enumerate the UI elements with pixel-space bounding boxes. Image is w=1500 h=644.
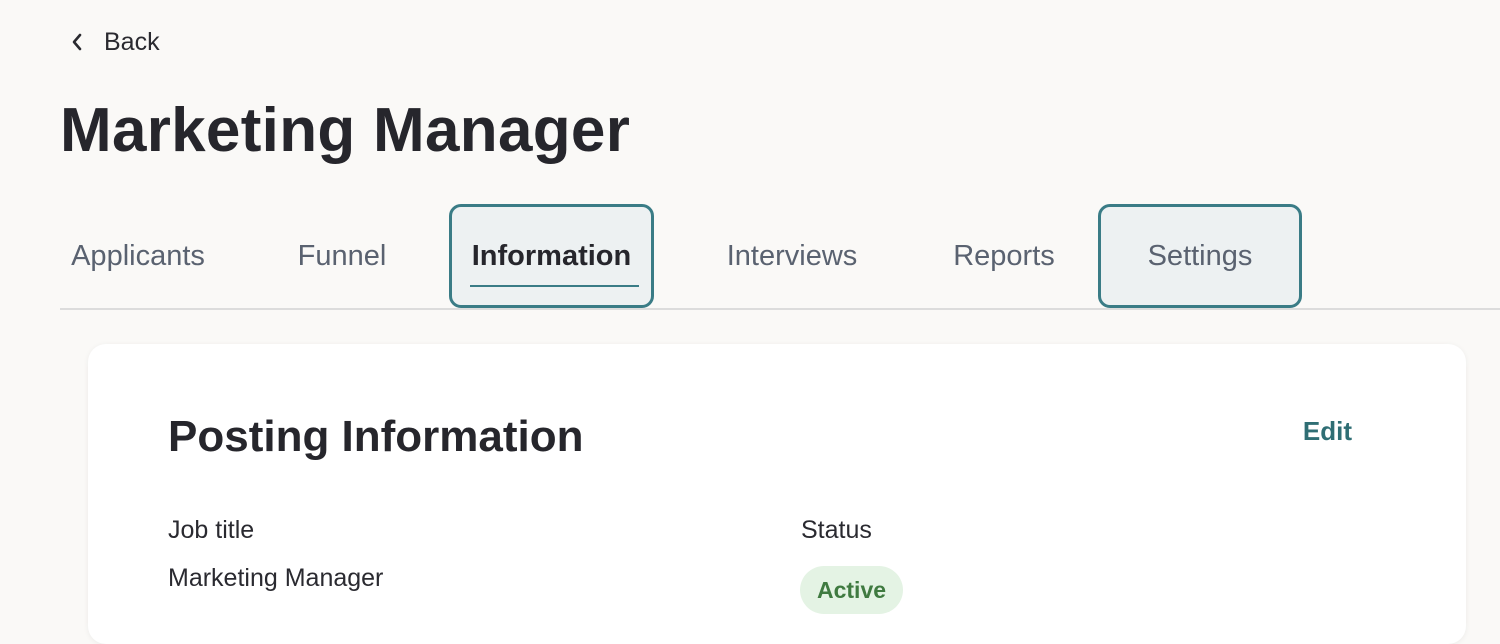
status-badge: Active <box>800 566 904 614</box>
tab-information[interactable]: Information <box>449 204 654 308</box>
tab-funnel-label: Funnel <box>297 239 387 272</box>
posting-information-card: Posting Information Edit Job title Marke… <box>88 344 1466 644</box>
tab-settings[interactable]: Settings <box>1098 204 1302 308</box>
tab-information-label: Information <box>471 239 632 272</box>
job-title-label: Job title <box>168 516 255 544</box>
tab-applicants-label: Applicants <box>71 239 205 272</box>
tab-bar: Applicants Funnel Information Interviews… <box>60 204 1500 310</box>
back-link-label: Back <box>104 27 160 56</box>
back-link[interactable]: Back <box>66 22 160 62</box>
edit-button[interactable]: Edit <box>1303 416 1352 447</box>
page-title: Marketing Manager <box>60 96 631 165</box>
tab-funnel[interactable]: Funnel <box>284 204 400 308</box>
active-tab-underline <box>470 285 639 287</box>
tab-reports[interactable]: Reports <box>944 204 1064 308</box>
card-title: Posting Information <box>168 412 584 461</box>
chevron-left-icon <box>66 31 88 53</box>
tab-settings-label: Settings <box>1147 239 1253 272</box>
tab-interviews-label: Interviews <box>726 239 858 272</box>
tab-reports-label: Reports <box>953 239 1055 272</box>
tab-interviews[interactable]: Interviews <box>714 204 870 308</box>
status-label: Status <box>801 516 872 544</box>
job-title-value: Marketing Manager <box>168 564 384 592</box>
tab-applicants[interactable]: Applicants <box>60 204 216 308</box>
